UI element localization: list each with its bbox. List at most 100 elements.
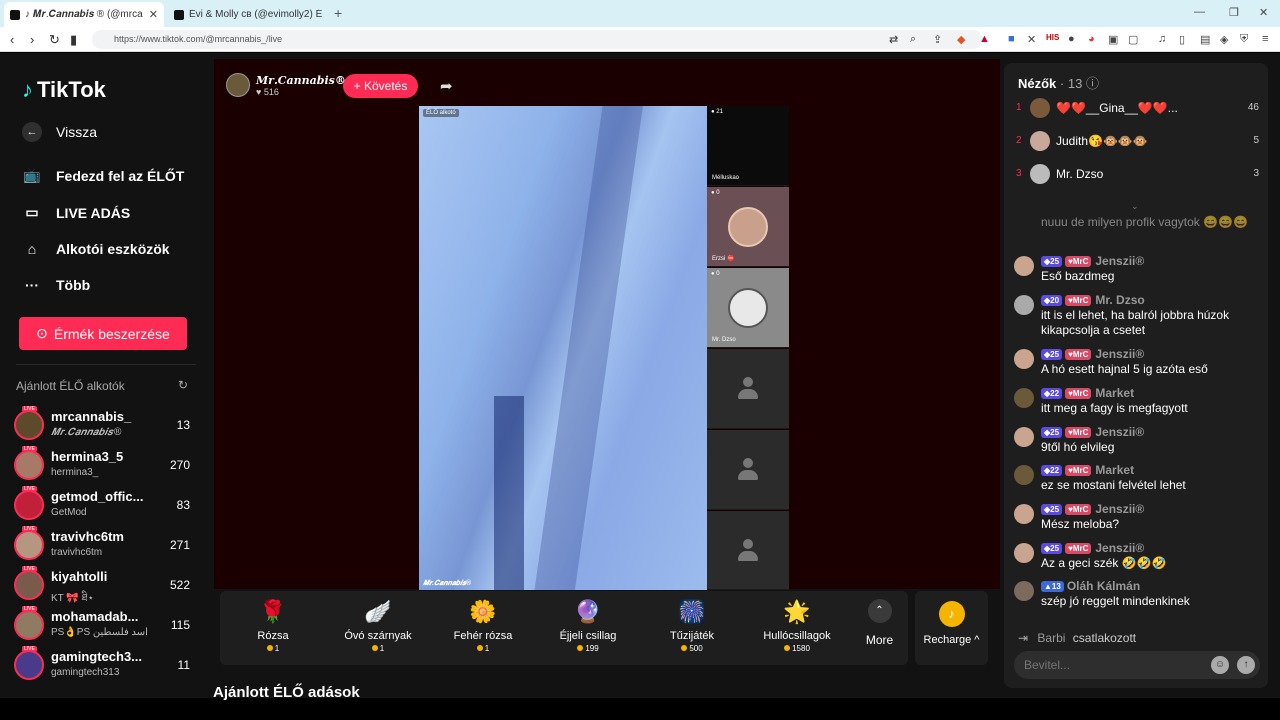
restore-icon[interactable]: ❐ xyxy=(1229,6,1239,19)
close-window-icon[interactable]: ✕ xyxy=(1259,6,1268,19)
more-gifts-button[interactable]: ⌃ More xyxy=(857,599,902,647)
media-icon[interactable]: ♫ xyxy=(1158,33,1166,45)
chat-username[interactable]: Jenszii® xyxy=(1095,541,1144,555)
top-viewer-item[interactable]: 1 ❤️❤️__Gina__❤️❤️... 46 xyxy=(1016,98,1261,120)
nav-explore-live[interactable]: 📺 Fedezd fel az ÉLŐT xyxy=(22,167,184,184)
tiktok-logo[interactable]: ♪ TikTok xyxy=(22,77,106,103)
creator-subtitle: gamingtech313 xyxy=(51,667,120,678)
top-viewer-item[interactable]: 2 Judith😘🐵🐵🐵 5 xyxy=(1016,131,1261,153)
creator-item[interactable]: LIVE kiyahtolli KT 🎀 ཐི⋆ 522 xyxy=(14,566,194,604)
extension-f-icon[interactable]: ▢ xyxy=(1128,33,1138,46)
menu-icon[interactable]: ≡ xyxy=(1262,33,1268,45)
follow-button[interactable]: + Követés xyxy=(343,74,418,98)
vpn-icon[interactable]: ⛨ xyxy=(1240,33,1248,46)
url-field[interactable]: https://www.tiktok.com/@mrcannabis_/live xyxy=(92,30,982,49)
chat-username[interactable]: Market xyxy=(1095,386,1134,400)
creator-item[interactable]: LIVE hermina3_5 hermina3_ 270 xyxy=(14,446,194,484)
guest-slot[interactable]: ● 0 Erzsi ⛔ xyxy=(707,187,789,267)
rewards-icon[interactable]: ▲ xyxy=(979,33,990,45)
get-coins-label: Érmék beszerzése xyxy=(53,325,170,342)
share-page-icon[interactable]: ⇪ xyxy=(933,33,942,46)
level-badge: ◆22 xyxy=(1041,387,1063,399)
recommended-streams-title: Ajánlott ÉLŐ adások xyxy=(213,684,360,701)
zoom-icon[interactable]: ⌕ xyxy=(910,33,916,46)
extension-e-icon[interactable]: ▣ xyxy=(1108,33,1118,46)
bookmark-icon[interactable]: ▮ xyxy=(70,32,77,48)
guest-slot[interactable]: ● 0 Mr. Dzso xyxy=(707,268,789,348)
likes-count: 516 xyxy=(263,87,279,97)
gift-wings[interactable]: 🪽 Óvó szárnyak 1 xyxy=(333,597,423,653)
chat-input[interactable] xyxy=(1024,657,1204,673)
get-coins-button[interactable]: ⊙ Érmék beszerzése xyxy=(19,317,187,350)
refresh-icon[interactable]: ↻ xyxy=(178,378,188,392)
fan-badge: ♥MrC xyxy=(1065,503,1092,515)
nav-go-live[interactable]: ▭ LIVE ADÁS xyxy=(22,204,130,221)
gift-night-star[interactable]: 🔮 Éjjeli csillag 199 xyxy=(543,597,633,653)
tab-evimolly[interactable]: Évi & Molly св (@evimolly2) ÉLŐ adá xyxy=(168,2,328,27)
coin-icon xyxy=(784,645,791,651)
host-name[interactable]: 𝑴𝒓.𝑪𝒂𝒏𝒏𝒂𝒃𝒊𝒔® xyxy=(256,74,346,87)
gift-fireworks[interactable]: 🎆 Tűzijáték 500 xyxy=(647,597,737,653)
send-icon[interactable]: ↑ xyxy=(1237,656,1255,674)
minimize-icon[interactable]: — xyxy=(1194,6,1205,18)
extension-b-icon[interactable]: ✕ xyxy=(1027,33,1036,46)
extension-his-icon[interactable]: HIS xyxy=(1046,33,1059,42)
fan-value: MrC xyxy=(1072,388,1089,398)
enter-icon: ⇥ xyxy=(1018,631,1029,645)
brave-shield-icon[interactable]: ◆ xyxy=(957,33,965,46)
extensions-icon[interactable]: ◈ xyxy=(1220,33,1228,46)
recharge-button[interactable]: ♪ Recharge ^ xyxy=(915,591,988,665)
nav-more[interactable]: ··· Több xyxy=(22,277,90,293)
chat-username[interactable]: Mr. Dzso xyxy=(1095,293,1144,307)
coin-icon xyxy=(476,645,483,651)
creator-name: mrcannabis_ xyxy=(51,409,132,424)
chat-username[interactable]: Jenszii® xyxy=(1095,347,1144,361)
chat-username[interactable]: Market xyxy=(1095,463,1134,477)
guest-slot-empty[interactable] xyxy=(707,511,789,590)
chat-username[interactable]: Jenszii® xyxy=(1095,502,1144,516)
chevron-down-icon[interactable]: ⌄ xyxy=(1131,201,1139,212)
nav-creator-tools[interactable]: ⌂ Alkotói eszközök xyxy=(22,241,170,257)
top-viewer-item[interactable]: 3 Mr. Dzso 3 xyxy=(1016,164,1261,186)
reload-icon[interactable]: ↻ xyxy=(49,32,60,48)
viewer-name: ❤️❤️__Gina__❤️❤️... xyxy=(1056,101,1178,115)
new-tab-button[interactable]: + xyxy=(334,5,342,21)
chat-message: ◆25 ♥MrC Jenszii® Mész meloba? xyxy=(1014,502,1262,538)
sidebar-toggle-icon[interactable]: ▯ xyxy=(1179,33,1185,46)
back-label: Vissza xyxy=(56,124,97,140)
gift-rose[interactable]: 🌹 Rózsa 1 xyxy=(228,597,318,653)
avatar xyxy=(14,610,44,640)
extension-d-icon[interactable]: ◕ xyxy=(1088,33,1095,45)
fan-badge: ♥MrC xyxy=(1065,426,1092,438)
forward-arrow-icon[interactable]: › xyxy=(30,32,34,47)
chat-username[interactable]: Jenszii® xyxy=(1095,425,1144,439)
back-button[interactable]: ← Vissza xyxy=(22,122,97,142)
translate-icon[interactable]: ⇄ xyxy=(889,33,898,46)
wallet-icon[interactable]: ▤ xyxy=(1200,33,1210,46)
main-video[interactable]: ÉLŐ alkotó 𝑴𝒓.𝑪𝒂𝒏𝒏𝒂𝒃𝒊𝒔® xyxy=(419,106,707,590)
extension-a-icon[interactable]: ■ xyxy=(1008,33,1015,45)
guest-slot[interactable]: ● 21 Mélluskao xyxy=(707,106,789,186)
joined-username[interactable]: Barbi xyxy=(1037,631,1065,645)
close-tab-icon[interactable]: ✕ xyxy=(149,8,158,21)
emoji-icon[interactable]: ☺ xyxy=(1211,656,1229,674)
back-arrow-icon[interactable]: ‹ xyxy=(10,32,14,47)
creator-item[interactable]: LIVE mrcannabis_ 𝑴𝒓.𝑪𝒂𝒏𝒏𝒂𝒃𝒊𝒔® 13 xyxy=(14,406,194,444)
creator-item[interactable]: LIVE travivhc6tm travivhc6tm 271 xyxy=(14,526,194,564)
gift-shooting-stars[interactable]: 🌟 Hullócsillagok 1580 xyxy=(752,597,842,653)
creator-item[interactable]: LIVE gamingtech3... gamingtech313 11 xyxy=(14,646,194,684)
chat-username[interactable]: Jenszii® xyxy=(1095,254,1144,268)
tab-mrcannabis[interactable]: ♪ 𝑴𝒓.𝑪𝒂𝒏𝒏𝒂𝒃𝒊𝒔 ® (@mrcan ✕ xyxy=(4,2,164,27)
guest-slot-empty[interactable] xyxy=(707,430,789,510)
avatar xyxy=(1014,581,1034,601)
extension-c-icon[interactable]: ● xyxy=(1068,33,1075,45)
creator-item[interactable]: LIVE mohamadab... PS👌PS اسد فلسطين 115 xyxy=(14,606,194,644)
guest-slot-empty[interactable] xyxy=(707,349,789,429)
help-icon[interactable]: ⓘ xyxy=(1086,76,1099,91)
share-icon[interactable]: ➦ xyxy=(440,77,453,95)
gift-white-rose[interactable]: 🌼 Fehér rózsa 1 xyxy=(438,597,528,653)
creator-item[interactable]: LIVE getmod_offic... GetMod 83 xyxy=(14,486,194,524)
chat-username[interactable]: Oláh Kálmán xyxy=(1067,579,1140,593)
host-avatar[interactable] xyxy=(226,73,250,97)
nav-label: LIVE ADÁS xyxy=(56,204,131,221)
